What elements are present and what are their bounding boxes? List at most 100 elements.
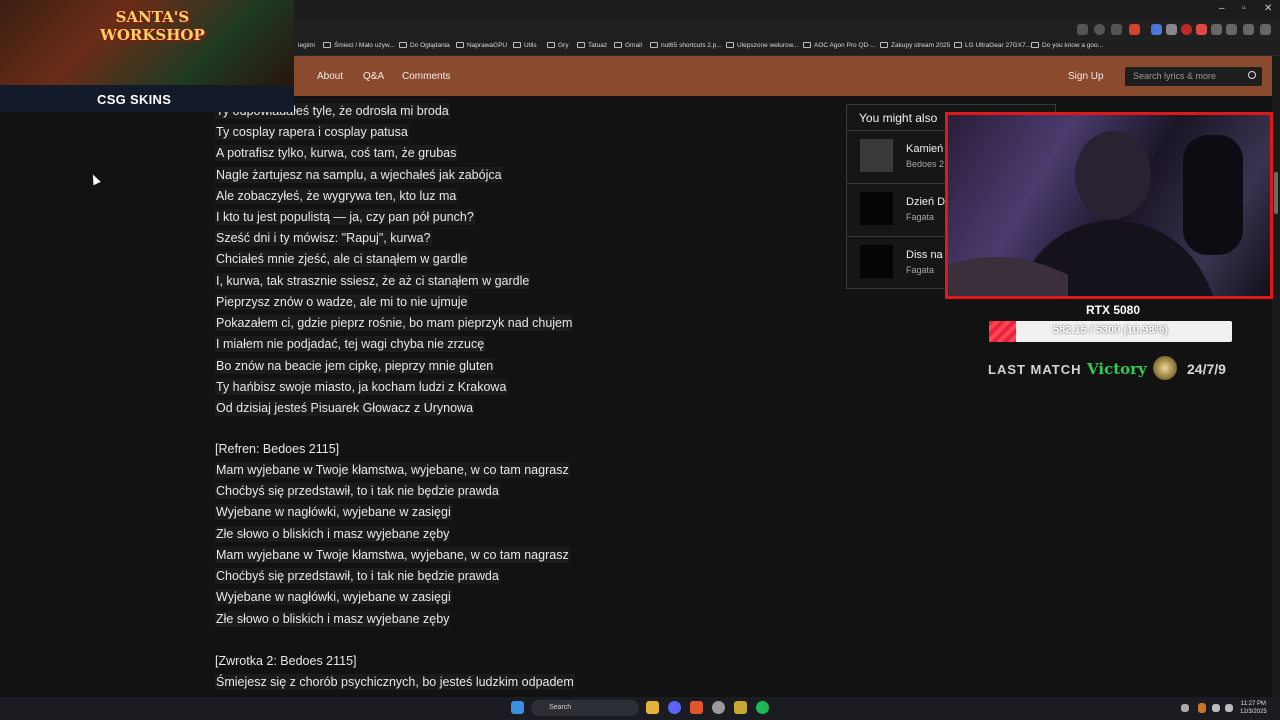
section-header: [Refren: Bedoes 2115] <box>215 442 340 456</box>
song-artist: Fagata <box>906 212 935 222</box>
share-icon[interactable] <box>1111 24 1122 35</box>
clock-time: 11:27 PM <box>1240 701 1266 707</box>
nav-qa[interactable]: Q&A <box>363 71 384 82</box>
banner-title-line: SANTA'S <box>115 8 190 26</box>
lyric-line: Ty hańbisz swoje miasto, ja kocham ludzi… <box>215 379 508 395</box>
system-clock[interactable]: 11:27 PM 12/3/2025 <box>1240 700 1267 716</box>
microphone-icon[interactable] <box>1198 703 1206 713</box>
extension-icon[interactable] <box>1196 24 1207 35</box>
windows-taskbar <box>0 697 1280 720</box>
bookmark-label: nut65 shortcuts 2.p... <box>661 42 722 49</box>
maximize-icon[interactable]: ▫ <box>1242 3 1246 14</box>
search-icon[interactable] <box>1248 71 1256 79</box>
sign-up-link[interactable]: Sign Up <box>1068 71 1104 82</box>
bookmark-item[interactable]: legimi <box>298 42 315 49</box>
bookmark-item[interactable]: Utils <box>513 42 537 49</box>
obs-icon[interactable] <box>712 701 725 714</box>
wallet-icon[interactable] <box>1243 24 1254 35</box>
last-match-label: LAST MATCH <box>988 362 1082 377</box>
volume-icon[interactable] <box>1225 704 1233 712</box>
lyric-line: Nagle żartujesz na samplu, a wjechałeś j… <box>215 167 503 183</box>
bookmark-item[interactable]: Zakupy stream 2025 <box>880 42 950 49</box>
goal-label: RTX 5080 <box>1086 303 1141 317</box>
santas-workshop-artwork: SANTA'S WORKSHOP <box>0 0 294 85</box>
bookmark-label: NaprawaGPU <box>467 42 508 49</box>
taskbar-search[interactable]: Search <box>531 700 639 716</box>
nav-about[interactable]: About <box>317 71 343 82</box>
translate-icon[interactable] <box>1077 24 1088 35</box>
bookmark-label: Do Oglądania <box>410 42 450 49</box>
bookmark-label: Gry <box>558 42 569 49</box>
tray-chevron-icon[interactable] <box>1181 704 1189 712</box>
search-input[interactable]: Search lyrics & more <box>1125 67 1262 86</box>
bookmark-item[interactable]: LG UltraGear 27GX7... <box>954 42 1031 49</box>
app-icon[interactable] <box>734 701 747 714</box>
lyric-line: Wyjebane w nagłówki, wyjebane w zasięgi <box>215 589 452 605</box>
folder-icon <box>577 42 585 48</box>
bookmark-item[interactable]: Gmail <box>614 42 642 49</box>
panel-title: You might also <box>859 111 938 125</box>
extension-icon[interactable] <box>1151 24 1162 35</box>
folder-icon <box>399 42 407 48</box>
site-icon <box>803 42 811 48</box>
banner-title: SANTA'S WORKSHOP <box>100 8 205 44</box>
song-title: Diss na <box>906 249 943 261</box>
folder-icon <box>513 42 521 48</box>
rank-medal-icon <box>1153 356 1177 380</box>
menu-icon[interactable] <box>1260 24 1271 35</box>
windows-start-icon[interactable] <box>511 701 524 714</box>
lyric-line: Złe słowo o bliskich i masz wyjebane zęb… <box>215 526 451 542</box>
goal-progress-text: 582.15 / 5300 (10.98%) <box>1053 324 1168 336</box>
bookmark-label: Zakupy stream 2025 <box>891 42 951 49</box>
lyric-line: Choćbyś się przedstawił, to i tak nie bę… <box>215 483 500 499</box>
bookmark-item[interactable]: Śmieci / Mało używ... <box>323 42 395 49</box>
bookmark-label: Utils <box>524 42 537 49</box>
sponsor-banner: SANTA'S WORKSHOP CSG SKINS <box>0 0 294 112</box>
lyric-line: Mam wyjebane w Twoje kłamstwa, wyjebane,… <box>215 462 570 478</box>
lyric-line: A potrafisz tylko, kurwa, coś tam, że gr… <box>215 145 458 161</box>
scrollbar-thumb[interactable] <box>1274 172 1278 214</box>
sidebar-icon[interactable] <box>1226 24 1237 35</box>
brave-browser-icon[interactable] <box>690 701 703 714</box>
close-icon[interactable]: ✕ <box>1264 3 1272 14</box>
bookmark-label: Ulepszone welurow... <box>737 42 799 49</box>
site-icon <box>1031 42 1039 48</box>
gmail-icon <box>614 42 622 48</box>
bookmark-item[interactable]: Do you know a goo... <box>1031 42 1103 49</box>
folder-icon <box>880 42 888 48</box>
network-icon[interactable] <box>1212 704 1220 712</box>
extension-icon[interactable] <box>1166 24 1177 35</box>
discord-icon[interactable] <box>668 701 681 714</box>
lyric-line: Bo znów na beacie jem cipkę, pieprzy mni… <box>215 358 495 374</box>
brave-shield-icon[interactable] <box>1129 24 1140 35</box>
bookmark-label: Gmail <box>625 42 642 49</box>
bookmark-item[interactable]: Tatuaż <box>577 42 607 49</box>
extensions-puzzle-icon[interactable] <box>1211 24 1222 35</box>
folder-icon <box>547 42 555 48</box>
page-scrollbar[interactable] <box>1272 56 1280 697</box>
extension-icon[interactable] <box>1181 24 1192 35</box>
lyric-line: Mam wyjebane w Twoje kłamstwa, wyjebane,… <box>215 547 570 563</box>
minimize-icon[interactable]: – <box>1219 3 1225 14</box>
section-header: [Zwrotka 2: Bedoes 2115] <box>215 654 357 668</box>
lyric-line: Śmiejesz się z chorób psychicznych, bo j… <box>215 674 575 690</box>
bookmark-item[interactable]: NaprawaGPU <box>456 42 507 49</box>
bookmark-item[interactable]: Gry <box>547 42 568 49</box>
lyric-line: I, kurwa, tak strasznie ssiesz, że aż ci… <box>215 273 531 289</box>
zoom-icon[interactable] <box>1094 24 1105 35</box>
file-explorer-icon[interactable] <box>646 701 659 714</box>
bookmark-item[interactable]: AOC Agon Pro QD-... <box>803 42 876 49</box>
banner-title-line: WORKSHOP <box>100 26 205 44</box>
sponsor-logo: CSG SKINS <box>97 92 172 107</box>
bookmark-item[interactable]: Ulepszone welurow... <box>726 42 798 49</box>
spotify-icon[interactable] <box>756 701 769 714</box>
bookmark-item[interactable]: nut65 shortcuts 2.p... <box>650 42 722 49</box>
site-icon <box>726 42 734 48</box>
lyric-line: Pokazałem ci, gdzie pieprz rośnie, bo ma… <box>215 315 574 331</box>
nav-comments[interactable]: Comments <box>402 71 450 82</box>
folder-icon <box>456 42 464 48</box>
goal-progress-bar: 582.15 / 5300 (10.98%) <box>989 321 1232 342</box>
site-icon <box>954 42 962 48</box>
bookmark-item[interactable]: Do Oglądania <box>399 42 450 49</box>
schedule-text: 24/7/9 <box>1187 361 1226 377</box>
